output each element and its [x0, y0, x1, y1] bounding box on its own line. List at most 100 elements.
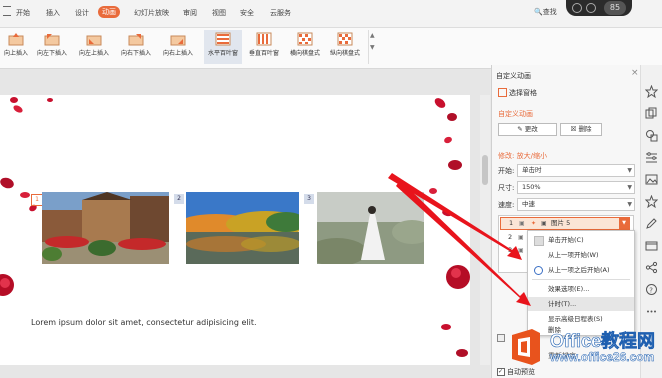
effect-label: 纵向棋盘式	[329, 50, 360, 57]
box-icon[interactable]	[645, 239, 658, 252]
menu-item-label: 从上一项之后开始(A)	[548, 266, 610, 274]
menu-effect-options[interactable]: 效果选项(E)...	[528, 282, 634, 296]
left-down-insert-icon	[44, 34, 60, 46]
menu-start-after-previous[interactable]: 从上一项之后开始(A)	[528, 263, 634, 277]
help-icon[interactable]: ?	[645, 283, 658, 296]
chevron-down-icon: ▼	[627, 201, 632, 208]
share-icon[interactable]	[645, 261, 658, 274]
effect-label: 向左上插入	[78, 50, 109, 57]
slide-body-text[interactable]: Lorem ipsum dolor sit amet, consectetur …	[31, 318, 257, 327]
left-up-insert-icon	[86, 35, 102, 46]
animation-item-1[interactable]: 1 ▣ ✦ ▣ 图片 5 ▼	[500, 217, 630, 230]
speed-label: 速度:	[498, 201, 515, 209]
mouse-click-icon	[534, 236, 544, 246]
slide-canvas[interactable]: 1 2 3 Lorem ipsum dolor sit amet, consec…	[0, 95, 470, 365]
mouse-click-icon: ▣	[518, 234, 524, 241]
more-icon[interactable]	[645, 305, 658, 318]
animation-star-icon[interactable]	[645, 85, 658, 98]
tab-view[interactable]: 视图	[212, 8, 226, 18]
speed-dropdown[interactable]: 中速 ▼	[517, 198, 635, 211]
tab-security[interactable]: 安全	[240, 8, 254, 18]
effect-label: 向上插入	[3, 50, 28, 57]
menu-divider	[532, 279, 630, 280]
tab-insert[interactable]: 插入	[46, 8, 60, 18]
size-dropdown[interactable]: 150% ▼	[517, 181, 635, 194]
menu-bar: 开始 插入 设计 动画 幻灯片放映 审阅 视图 安全 云服务 🔍查找 85	[0, 0, 662, 28]
size-value: 150%	[522, 183, 541, 191]
start-dropdown[interactable]: 单击时 ▼	[517, 164, 635, 177]
animation-item-number: 3	[508, 246, 513, 254]
tab-home[interactable]: 开始	[16, 8, 30, 18]
right-up-insert-icon	[170, 35, 186, 46]
chevron-down-icon: ▼	[627, 167, 632, 174]
change-button[interactable]: ✎ 更改	[498, 123, 557, 136]
close-icon[interactable]: ×	[631, 68, 639, 78]
effect-horizontal-blinds[interactable]: 水平百叶窗	[204, 30, 242, 64]
clock-icon	[534, 266, 543, 275]
anim-marker-2[interactable]: 2	[174, 194, 184, 204]
up-insert-icon	[8, 33, 24, 46]
scroll-thumb[interactable]	[482, 155, 488, 185]
effect-right-down-insert[interactable]: 向右下插入	[120, 30, 152, 64]
photo-street[interactable]	[42, 192, 169, 264]
menu-timing[interactable]: 计时(T)...	[528, 297, 634, 311]
star-icon[interactable]	[645, 195, 658, 208]
picture-icon: ▣	[541, 220, 547, 227]
effect-horizontal-checkerboard[interactable]: 横向棋盘式	[286, 30, 324, 64]
menu-icon[interactable]	[3, 6, 11, 16]
tab-cloud[interactable]: 云服务	[270, 8, 291, 18]
effect-label: 水平百叶窗	[207, 50, 238, 57]
effect-vertical-checkerboard[interactable]: 纵向棋盘式	[326, 30, 364, 64]
slide-scrollbar[interactable]	[480, 95, 490, 365]
vertical-checkerboard-icon	[337, 32, 353, 46]
modify-label: 修改: 放大/缩小	[498, 152, 547, 160]
tab-design[interactable]: 设计	[75, 8, 89, 18]
pane-title: 自定义动画	[496, 72, 531, 80]
chevron-down-icon: ▼	[627, 184, 632, 191]
pen-icon[interactable]	[645, 217, 658, 230]
image-icon[interactable]	[645, 173, 658, 186]
svg-text:?: ?	[649, 287, 653, 295]
chevron-down-icon[interactable]: ▼	[619, 218, 629, 229]
anim-marker-3[interactable]: 3	[304, 194, 314, 204]
search-icon: 🔍	[534, 8, 543, 16]
effect-label: 向左下插入	[36, 50, 67, 57]
effect-label: 向右上插入	[162, 50, 193, 57]
copy-icon[interactable]	[645, 107, 658, 120]
menu-show-advanced-timeline[interactable]: 显示高级日程表(S)	[528, 312, 634, 326]
tab-review[interactable]: 审阅	[183, 8, 197, 18]
section-custom-animation: 自定义动画	[498, 110, 533, 118]
chevron-down-icon[interactable]: ▼	[370, 44, 375, 51]
horizontal-checkerboard-icon	[297, 32, 313, 46]
shapes-icon[interactable]	[645, 129, 658, 142]
start-value: 单击时	[522, 166, 542, 174]
photo-bride[interactable]	[317, 192, 424, 264]
animation-ribbon: 向上插入 向左下插入 向左上插入 向右下插入 向右上插入 水平百叶窗 垂直百叶窗…	[0, 28, 662, 69]
start-label: 开始:	[498, 167, 515, 175]
effect-left-up-insert[interactable]: 向左上插入	[78, 30, 110, 64]
vertical-blinds-icon	[256, 32, 272, 46]
effect-right-up-insert[interactable]: 向右上插入	[162, 30, 194, 64]
effect-vertical-blinds[interactable]: 垂直百叶窗	[245, 30, 283, 64]
mouse-click-icon: ▣	[518, 247, 524, 254]
animation-item-number: 2	[508, 233, 513, 241]
search-button[interactable]: 🔍查找	[534, 7, 557, 17]
menu-start-on-click[interactable]: 单击开始(C)	[528, 233, 634, 247]
effect-up-insert[interactable]: 向上插入	[0, 30, 32, 64]
effect-label: 垂直百叶窗	[248, 50, 279, 57]
tab-slideshow[interactable]: 幻灯片放映	[134, 8, 169, 18]
select-pane-link[interactable]: 选择窗格	[509, 88, 537, 98]
tab-animation[interactable]: 动画	[98, 6, 120, 18]
delete-button[interactable]: ☒ 删除	[560, 123, 602, 136]
ribbon-scroll-buttons[interactable]: ▲ ▼	[368, 30, 377, 64]
mouse-click-icon: ▣	[519, 220, 525, 227]
menu-start-with-previous[interactable]: 从上一项开始(W)	[528, 248, 634, 262]
chevron-up-icon[interactable]: ▲	[370, 32, 375, 39]
animation-item-number: 1	[509, 219, 514, 227]
effect-left-down-insert[interactable]: 向左下插入	[36, 30, 68, 64]
watermark-subtitle: www.office26.com	[550, 350, 655, 365]
status-badge: 85	[566, 0, 632, 16]
photo-lake[interactable]	[186, 192, 299, 264]
animation-context-menu: 单击开始(C) 从上一项开始(W) 从上一项之后开始(A) 效果选项(E)...…	[527, 230, 635, 336]
settings-sliders-icon[interactable]	[645, 151, 658, 164]
